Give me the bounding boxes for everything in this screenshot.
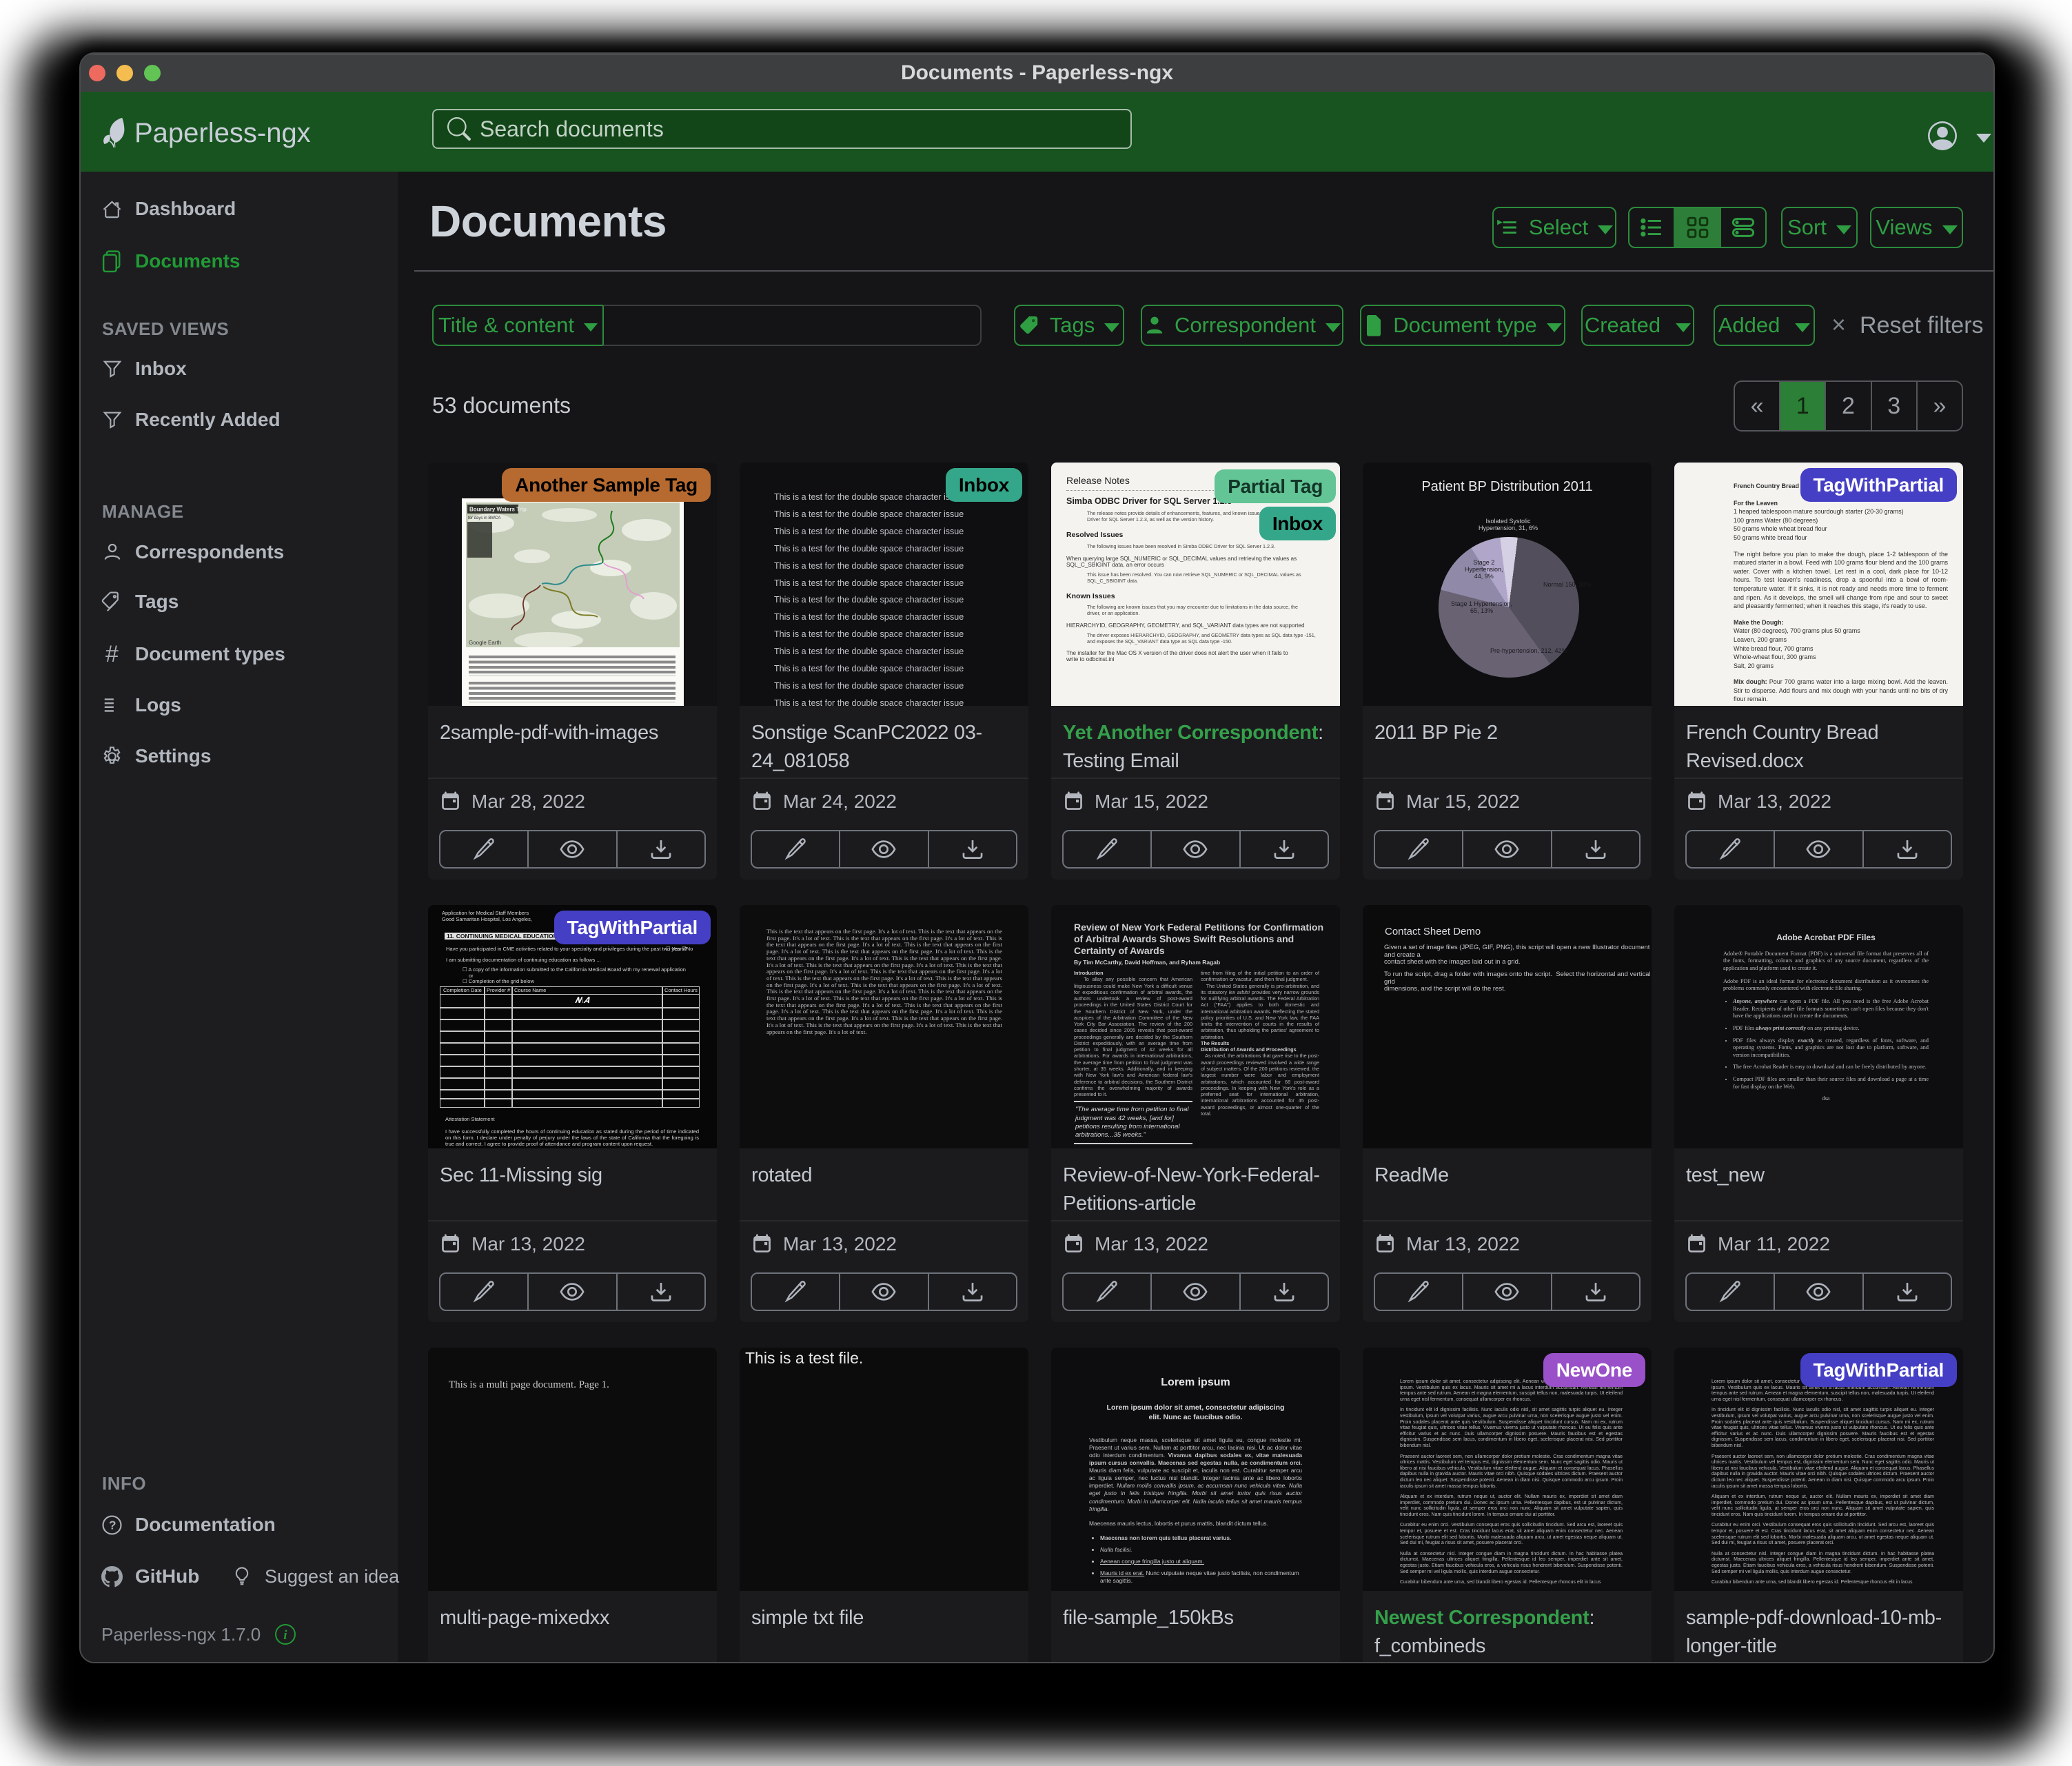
svg-text:?: ? (109, 1518, 116, 1532)
svg-text:Google Earth: Google Earth (469, 640, 501, 646)
svg-text:i: i (283, 1628, 287, 1643)
svg-text:Boundary Waters Trip: Boundary Waters Trip (469, 507, 527, 513)
svg-text:for days in BWCA: for days in BWCA (468, 516, 500, 520)
